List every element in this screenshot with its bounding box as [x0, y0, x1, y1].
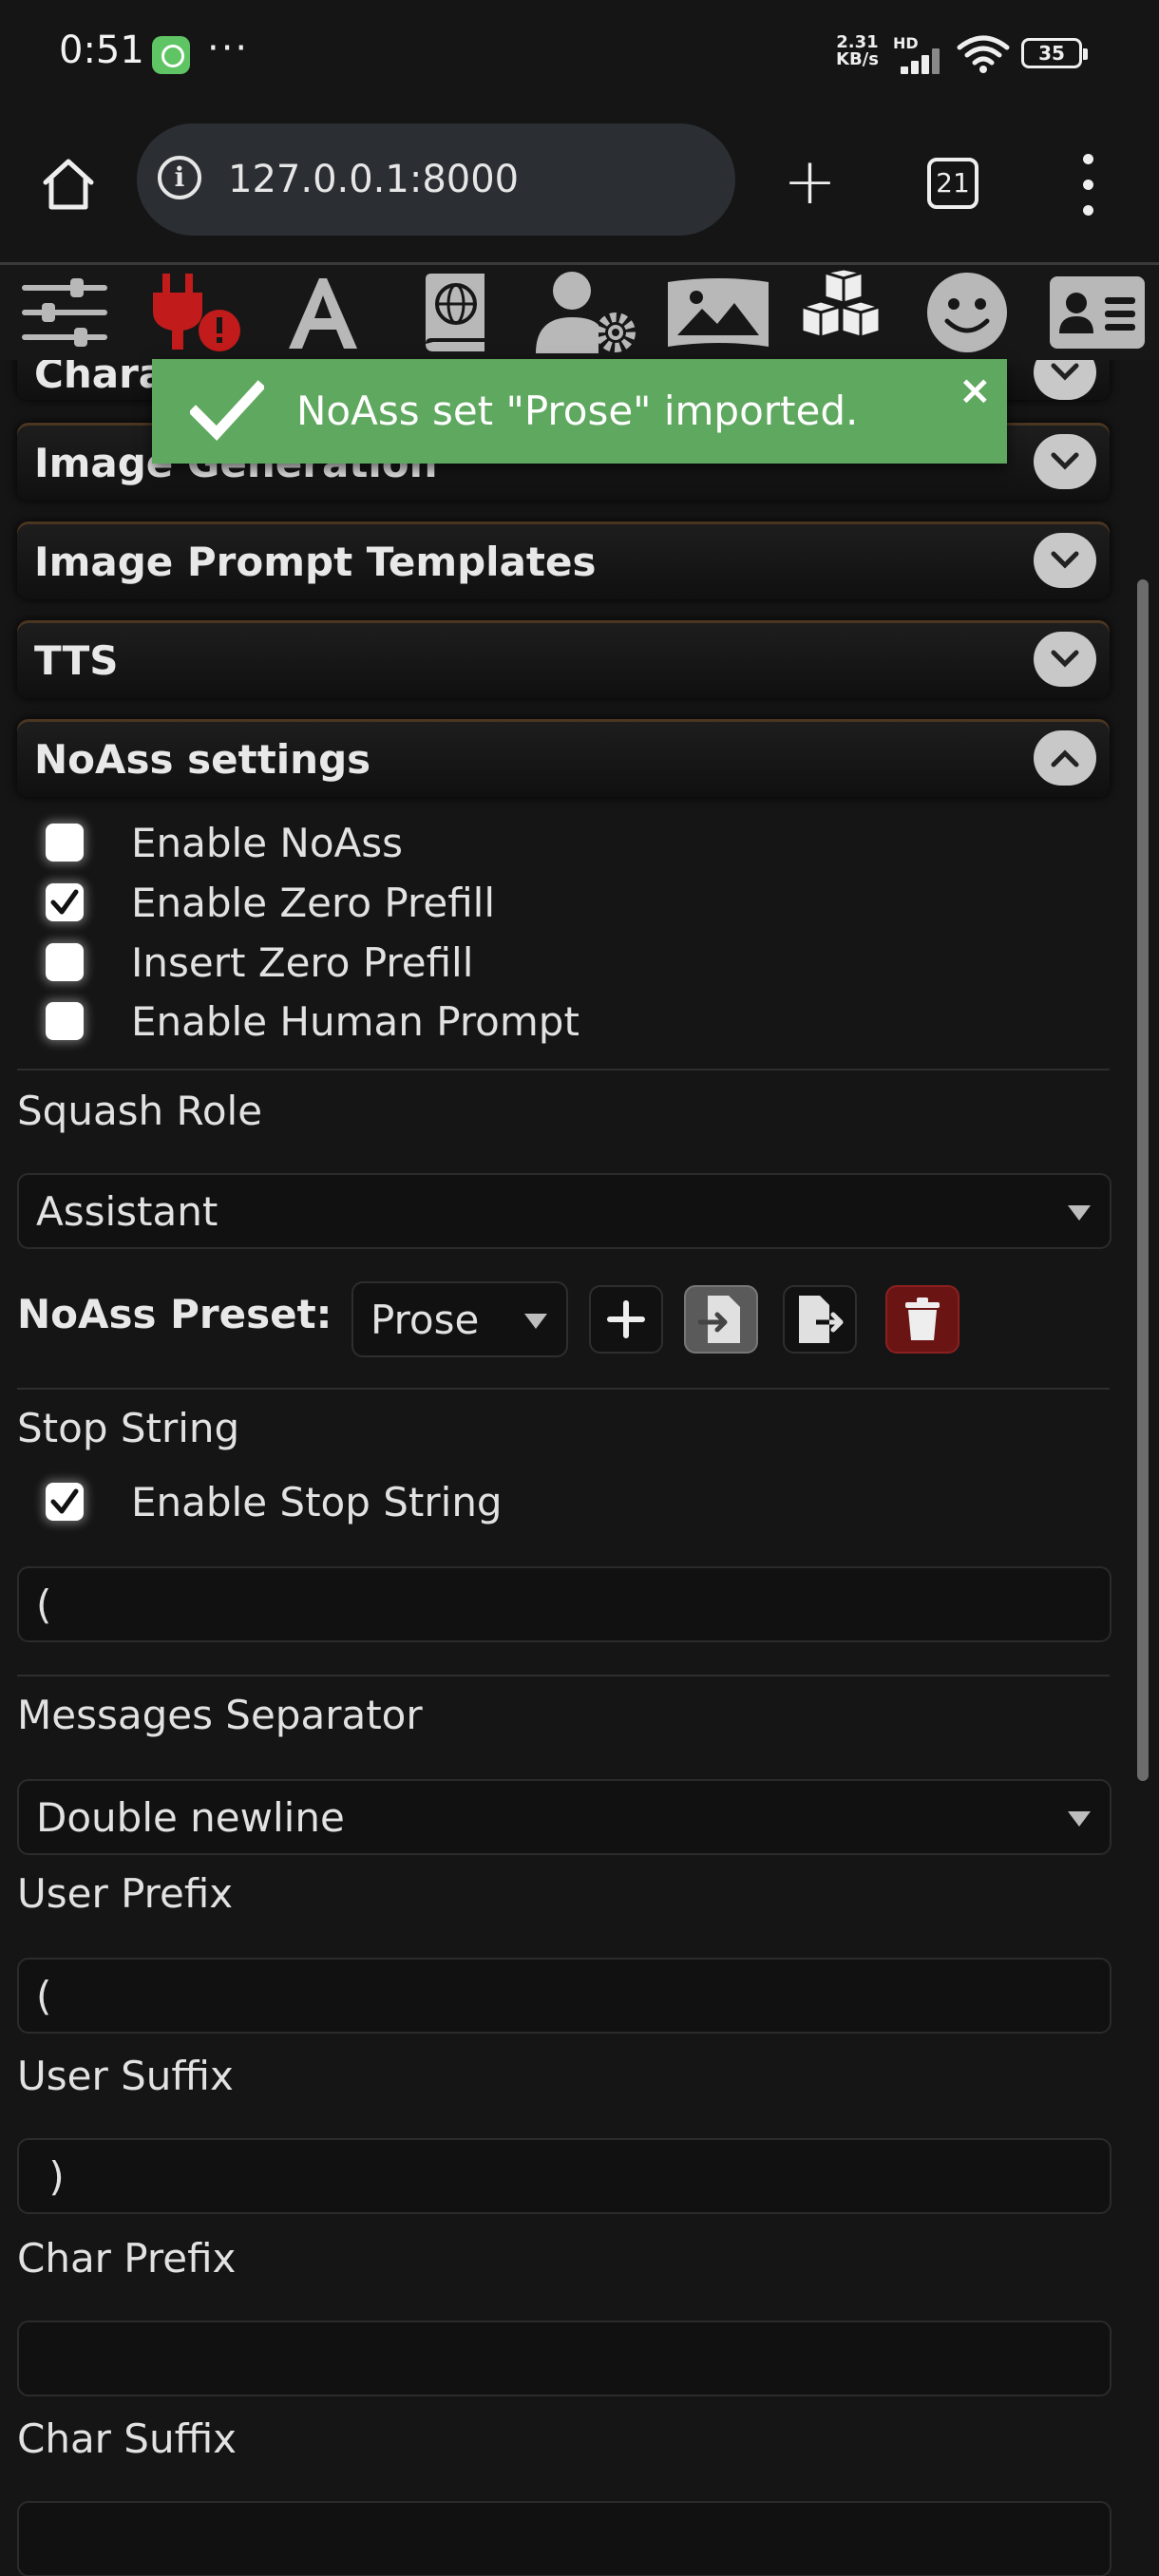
- home-icon[interactable]: [38, 154, 99, 215]
- char-suffix-label: Char Suffix: [17, 2415, 238, 2462]
- chevron-down-icon[interactable]: [1034, 533, 1096, 588]
- checkbox-label: Enable NoAss: [131, 820, 404, 866]
- squash-role-label: Squash Role: [17, 1088, 263, 1134]
- delete-preset-button[interactable]: [885, 1285, 960, 1354]
- export-preset-button[interactable]: [783, 1285, 857, 1354]
- drawer-image-prompt-templates[interactable]: Image Prompt Templates: [17, 521, 1110, 599]
- browser-toolbar: i 127.0.0.1:8000 + 21: [0, 112, 1159, 265]
- status-bar: 0:51 ··· 2.31 KB/s HD 35: [0, 0, 1159, 112]
- stop-string-input[interactable]: (: [17, 1566, 1112, 1642]
- drawer-title: TTS: [34, 637, 119, 684]
- checkbox-label: Insert Zero Prefill: [131, 939, 474, 986]
- divider: [17, 1388, 1110, 1390]
- world-book-icon[interactable]: [407, 265, 502, 360]
- checkbox[interactable]: [46, 1002, 84, 1040]
- chevron-down-icon[interactable]: [1034, 360, 1096, 400]
- chevron-up-icon[interactable]: [1034, 730, 1096, 786]
- drawer-title: NoAss settings: [34, 736, 371, 783]
- wifi-icon: [957, 35, 1010, 73]
- checkbox[interactable]: [46, 824, 84, 862]
- extensions-panel: Chara Image Generation Image Prompt Temp…: [0, 360, 1159, 2576]
- noass-preset-select[interactable]: Prose: [352, 1281, 568, 1357]
- drawer-tts[interactable]: TTS: [17, 620, 1110, 698]
- noass-preset-label: NoAss Preset:: [17, 1291, 332, 1337]
- char-suffix-input[interactable]: [17, 2501, 1112, 2576]
- scrollbar-thumb[interactable]: [1137, 579, 1149, 1781]
- import-preset-button[interactable]: [684, 1285, 758, 1354]
- divider: [17, 1069, 1110, 1070]
- select-value: Double newline: [36, 1794, 345, 1841]
- image-icon[interactable]: [661, 265, 775, 360]
- checkbox-checked[interactable]: [46, 1483, 84, 1521]
- input-value: ): [36, 2153, 65, 2200]
- add-preset-button[interactable]: [589, 1285, 663, 1354]
- file-import-icon: [698, 1296, 740, 1343]
- checkbox-label: Enable Zero Prefill: [131, 880, 495, 926]
- stop-string-label: Stop String: [17, 1405, 240, 1451]
- divider: [17, 1675, 1110, 1676]
- plus-icon: [607, 1300, 645, 1338]
- char-prefix-label: Char Prefix: [17, 2235, 237, 2282]
- checkbox-label: Enable Human Prompt: [131, 998, 580, 1045]
- chevron-down-icon[interactable]: [1034, 434, 1096, 489]
- user-gear-icon[interactable]: [530, 265, 644, 360]
- char-prefix-input[interactable]: [17, 2320, 1112, 2396]
- battery-icon: 35: [1021, 38, 1088, 68]
- id-card-icon[interactable]: [1045, 265, 1150, 360]
- cubes-icon[interactable]: [787, 265, 893, 360]
- network-speed-unit: KB/s: [836, 49, 879, 69]
- checkmark-icon: [50, 889, 79, 915]
- more-notifications-icon: ···: [207, 27, 250, 70]
- checkbox[interactable]: [46, 943, 84, 981]
- drawer-noass-settings[interactable]: NoAss settings: [17, 719, 1110, 797]
- toast-message: NoAss set "Prose" imported.: [296, 388, 859, 434]
- close-icon[interactable]: ×: [959, 367, 992, 413]
- whatsapp-notification-icon: [152, 36, 190, 74]
- check-icon: [190, 380, 264, 441]
- caret-down-icon: [1068, 1811, 1091, 1827]
- new-tab-icon[interactable]: +: [783, 150, 837, 215]
- plug-warning-icon[interactable]: [142, 265, 247, 360]
- toast-notification[interactable]: NoAss set "Prose" imported. ×: [152, 359, 1007, 464]
- file-export-icon: [799, 1296, 844, 1343]
- browser-menu-icon[interactable]: [1074, 154, 1102, 217]
- font-a-icon[interactable]: [276, 265, 370, 360]
- smiley-icon[interactable]: [920, 265, 1015, 360]
- user-prefix-label: User Prefix: [17, 1870, 234, 1917]
- select-value: Prose: [370, 1297, 480, 1343]
- address-bar[interactable]: i 127.0.0.1:8000: [137, 123, 735, 236]
- drawer-title: Chara: [34, 360, 166, 397]
- url-text[interactable]: 127.0.0.1:8000: [228, 158, 519, 201]
- input-value: (: [36, 1973, 52, 2019]
- sillytavern-top-toolbar: [0, 265, 1159, 360]
- network-speed: 2.31 KB/s: [836, 34, 879, 68]
- drawer-title: Image Prompt Templates: [34, 539, 597, 585]
- user-prefix-input[interactable]: (: [17, 1958, 1112, 2034]
- checkmark-icon: [50, 1488, 79, 1514]
- user-suffix-input[interactable]: ): [17, 2138, 1112, 2214]
- chevron-down-icon[interactable]: [1034, 632, 1096, 687]
- clock: 0:51: [59, 28, 144, 72]
- squash-role-select[interactable]: Assistant: [17, 1173, 1112, 1249]
- sliders-icon[interactable]: [17, 265, 112, 360]
- select-value: Assistant: [36, 1188, 218, 1235]
- checkbox-checked[interactable]: [46, 883, 84, 921]
- checkbox-label: Enable Stop String: [131, 1479, 503, 1525]
- caret-down-icon: [524, 1314, 547, 1329]
- trash-icon: [905, 1297, 940, 1340]
- caret-down-icon: [1068, 1205, 1091, 1221]
- user-suffix-label: User Suffix: [17, 2053, 234, 2099]
- messages-separator-label: Messages Separator: [17, 1692, 423, 1738]
- tab-count-button[interactable]: 21: [927, 158, 978, 209]
- input-value: (: [36, 1582, 52, 1628]
- signal-icon: [893, 46, 945, 74]
- site-info-icon[interactable]: i: [158, 156, 201, 199]
- messages-separator-select[interactable]: Double newline: [17, 1779, 1112, 1855]
